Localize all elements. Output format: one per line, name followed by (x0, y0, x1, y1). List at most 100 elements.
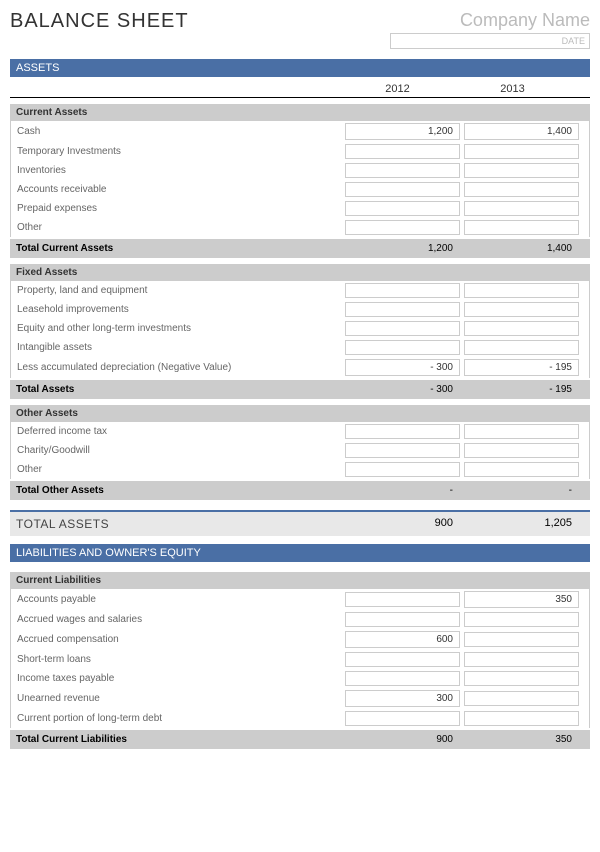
value-cell-y1[interactable] (345, 424, 460, 439)
value-cell-y2[interactable]: 1,400 (464, 123, 579, 140)
company-name[interactable]: Company Name (390, 10, 590, 31)
grand-total-label: TOTAL ASSETS (16, 517, 340, 531)
value-cell-y2[interactable] (464, 340, 579, 355)
line-item: Property, land and equipment (11, 281, 589, 300)
value-cell-y2[interactable] (464, 462, 579, 477)
year-2: 2013 (455, 83, 570, 95)
line-label: Charity/Goodwill (17, 445, 341, 456)
value-cell-y1[interactable]: 600 (345, 631, 460, 648)
value-cell-y2[interactable]: 350 (464, 591, 579, 608)
line-label: Accrued compensation (17, 634, 341, 645)
value-cell-y2[interactable] (464, 201, 579, 216)
line-label: Property, land and equipment (17, 285, 341, 296)
value-cell-y1[interactable] (345, 340, 460, 355)
value-cell-y1[interactable] (345, 443, 460, 458)
line-item: Leasehold improvements (11, 300, 589, 319)
value-cell-y2[interactable] (464, 691, 579, 706)
total-label: Total Current Assets (16, 243, 340, 254)
line-label: Accrued wages and salaries (17, 614, 341, 625)
grand-total-v1: 900 (344, 517, 459, 531)
current-liabilities-header: Current Liabilities (10, 572, 590, 589)
value-cell-y2[interactable] (464, 220, 579, 235)
total-label: Total Current Liabilities (16, 734, 340, 745)
total-current-assets-row: Total Current Assets 1,200 1,400 (10, 239, 590, 258)
line-label: Deferred income tax (17, 426, 341, 437)
line-item: Other (11, 218, 589, 237)
value-cell-y2[interactable] (464, 321, 579, 336)
line-item: Income taxes payable (11, 669, 589, 688)
value-cell-y2[interactable] (464, 612, 579, 627)
value-cell-y1[interactable] (345, 144, 460, 159)
value-cell-y1[interactable] (345, 302, 460, 317)
total-assets-row: TOTAL ASSETS 900 1,205 (10, 512, 590, 536)
value-cell-y1[interactable]: - 300 (345, 359, 460, 376)
line-item: Inventories (11, 161, 589, 180)
line-item: Other (11, 460, 589, 479)
line-label: Less accumulated depreciation (Negative … (17, 362, 341, 373)
liabilities-section-header: LIABILITIES AND OWNER'S EQUITY (10, 544, 590, 562)
value-cell-y1[interactable]: 1,200 (345, 123, 460, 140)
line-item: Equity and other long-term investments (11, 319, 589, 338)
line-label: Short-term loans (17, 654, 341, 665)
line-label: Other (17, 222, 341, 233)
line-label: Prepaid expenses (17, 203, 341, 214)
line-label: Unearned revenue (17, 693, 341, 704)
line-label: Leasehold improvements (17, 304, 341, 315)
total-v1: 900 (344, 734, 459, 745)
line-item: Less accumulated depreciation (Negative … (11, 357, 589, 378)
value-cell-y2[interactable] (464, 632, 579, 647)
value-cell-y1[interactable] (345, 182, 460, 197)
year-row: 2012 2013 (10, 79, 590, 98)
fixed-assets-header: Fixed Assets (10, 264, 590, 281)
year-1: 2012 (340, 83, 455, 95)
line-label: Cash (17, 126, 341, 137)
line-item: Deferred income tax (11, 422, 589, 441)
line-item: Accrued compensation 600 (11, 629, 589, 650)
value-cell-y2[interactable] (464, 652, 579, 667)
line-label: Intangible assets (17, 342, 341, 353)
value-cell-y2[interactable] (464, 711, 579, 726)
line-item: Unearned revenue 300 (11, 688, 589, 709)
line-item: Cash 1,2001,400 (11, 121, 589, 142)
value-cell-y2[interactable] (464, 144, 579, 159)
value-cell-y2[interactable] (464, 283, 579, 298)
value-cell-y2[interactable] (464, 182, 579, 197)
value-cell-y1[interactable] (345, 163, 460, 178)
value-cell-y1[interactable] (345, 671, 460, 686)
line-item: Accrued wages and salaries (11, 610, 589, 629)
value-cell-y1[interactable] (345, 592, 460, 607)
value-cell-y1[interactable] (345, 321, 460, 336)
value-cell-y1[interactable] (345, 220, 460, 235)
total-fixed-assets-row: Total Assets - 300 - 195 (10, 380, 590, 399)
value-cell-y1[interactable]: 300 (345, 690, 460, 707)
total-v2: - 195 (463, 384, 578, 395)
value-cell-y2[interactable]: - 195 (464, 359, 579, 376)
line-label: Other (17, 464, 341, 475)
total-other-assets-row: Total Other Assets - - (10, 481, 590, 500)
value-cell-y1[interactable] (345, 612, 460, 627)
value-cell-y2[interactable] (464, 443, 579, 458)
value-cell-y2[interactable] (464, 671, 579, 686)
page-title: BALANCE SHEET (10, 10, 189, 33)
fixed-assets-rows: Property, land and equipment Leasehold im… (10, 281, 590, 378)
value-cell-y2[interactable] (464, 302, 579, 317)
value-cell-y1[interactable] (345, 652, 460, 667)
current-assets-rows: Cash1,2001,400Temporary InvestmentsInven… (10, 121, 590, 237)
value-cell-y2[interactable] (464, 424, 579, 439)
total-v2: 350 (463, 734, 578, 745)
value-cell-y1[interactable] (345, 462, 460, 477)
line-label: Accounts receivable (17, 184, 341, 195)
other-assets-header: Other Assets (10, 405, 590, 422)
value-cell-y1[interactable] (345, 201, 460, 216)
line-item: Charity/Goodwill (11, 441, 589, 460)
total-v1: - (344, 485, 459, 496)
value-cell-y1[interactable] (345, 711, 460, 726)
value-cell-y2[interactable] (464, 163, 579, 178)
other-assets-rows: Deferred income tax Charity/Goodwill Other (10, 422, 590, 479)
line-item: Accounts receivable (11, 180, 589, 199)
line-label: Current portion of long-term debt (17, 713, 341, 724)
value-cell-y1[interactable] (345, 283, 460, 298)
line-label: Inventories (17, 165, 341, 176)
date-input[interactable]: DATE (390, 33, 590, 49)
line-item: Intangible assets (11, 338, 589, 357)
